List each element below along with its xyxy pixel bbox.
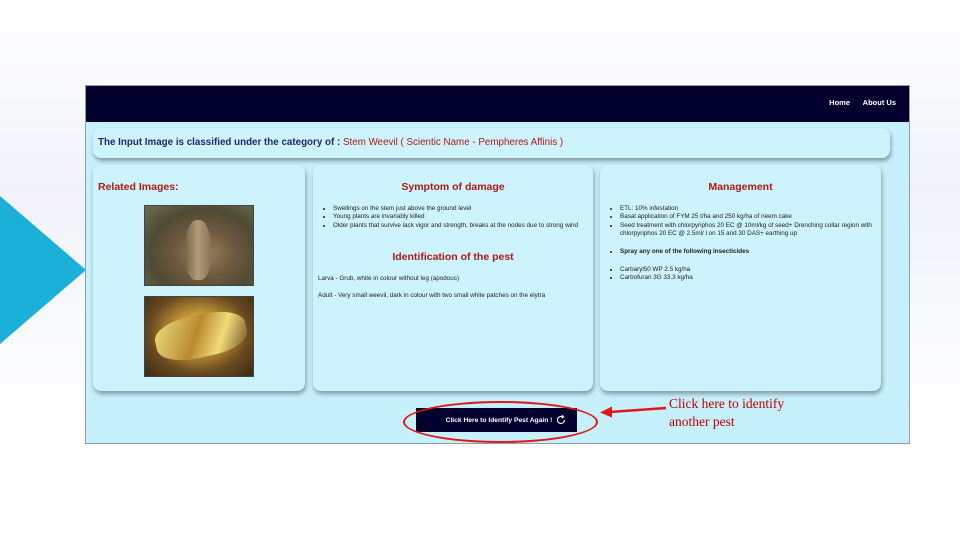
classification-banner: The Input Image is classified under the … — [93, 128, 890, 158]
symptom-list: Swellings on the stem just above the gro… — [313, 205, 588, 230]
related-images-card: Related Images: — [93, 165, 305, 391]
list-item: Older plants that survive lack vigor and… — [333, 222, 588, 230]
list-item: Young plants are invariably killed — [333, 213, 588, 221]
management-title: Management — [708, 181, 773, 193]
spray-label: Spray any one of the following insectici… — [620, 248, 882, 256]
slide-decoration-triangle — [0, 196, 86, 344]
annotation-highlight-ellipse — [403, 401, 598, 443]
nav-about-link[interactable]: About Us — [863, 98, 896, 107]
list-item: ETL: 10% infestation — [620, 205, 882, 213]
larva-description: Larva - Grub, white in colour without le… — [318, 275, 460, 282]
insecticide-list: Carbaryl50 WP 2.5 kg/ha Carbofuran 3G 33… — [600, 266, 882, 283]
stem-photo-shape — [185, 220, 211, 280]
spray-list: Spray any one of the following insectici… — [600, 248, 882, 256]
annotation-arrow-icon — [600, 406, 667, 418]
management-card: Management ETL: 10% infestation Basal ap… — [600, 165, 881, 391]
management-list: ETL: 10% infestation Basal application o… — [600, 205, 882, 238]
symptom-card: Symptom of damage Swellings on the stem … — [313, 165, 593, 391]
navbar: Home About Us — [86, 86, 909, 122]
list-item: Basal application of FYM 25 t/ha and 250… — [620, 213, 882, 221]
classification-prefix: The Input Image is classified under the … — [98, 137, 341, 148]
annotation-text: Click here to identify another pest — [669, 396, 785, 429]
split-stem-photo-shape — [151, 305, 251, 367]
list-item: Carbofuran 3G 33.3 kg/ha — [620, 274, 882, 282]
related-image-2 — [144, 296, 254, 377]
identification-title: Identification of the pest — [392, 251, 514, 263]
classification-result: Stem Weevil ( Scientic Name - Pempheres … — [342, 137, 564, 148]
adult-description: Adult - Very small weevil, dark in colou… — [318, 292, 546, 299]
related-images-title: Related Images: — [98, 181, 179, 193]
list-item: Carbaryl50 WP 2.5 kg/ha — [620, 266, 882, 274]
list-item: Seed treatment with chlorpyriphos 20 EC … — [620, 222, 882, 239]
app-window: Home About Us The Input Image is classif… — [85, 85, 910, 444]
nav-home-link[interactable]: Home — [829, 98, 850, 107]
related-image-1 — [144, 205, 254, 286]
symptom-title: Symptom of damage — [401, 181, 505, 193]
list-item: Swellings on the stem just above the gro… — [333, 205, 588, 213]
